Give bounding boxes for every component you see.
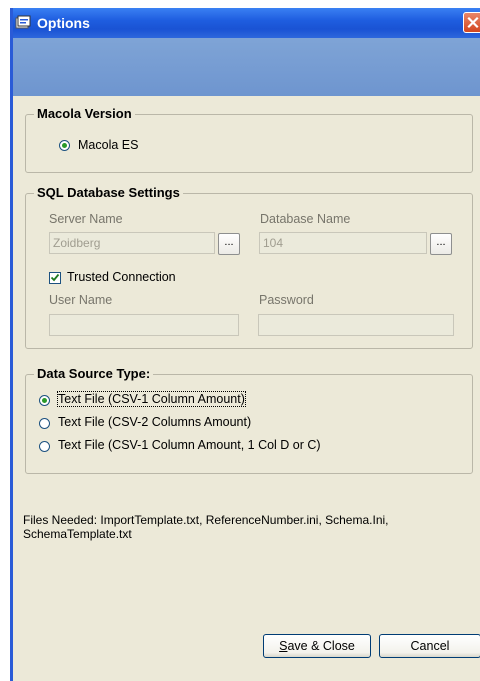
save-close-button[interactable]: Save & Close — [263, 634, 371, 658]
header-banner — [13, 38, 480, 96]
macola-version-group: Macola Version Macola ES — [25, 106, 473, 173]
macola-es-label: Macola ES — [78, 138, 139, 152]
csv-1-column-radio[interactable] — [39, 395, 50, 406]
database-name-input[interactable]: 104 — [259, 232, 427, 254]
sql-settings-group: SQL Database Settings Server Name Zoidbe… — [25, 185, 473, 349]
server-browse-button[interactable]: ... — [218, 233, 240, 255]
data-source-legend: Data Source Type: — [34, 366, 154, 381]
title-bar[interactable]: Options — [13, 8, 480, 38]
close-button[interactable] — [463, 12, 480, 33]
save-close-label: ave & Close — [287, 639, 355, 653]
data-source-group: Data Source Type: Text File (CSV-1 Colum… — [25, 366, 473, 474]
trusted-connection-checkbox[interactable] — [49, 272, 61, 284]
database-browse-button[interactable]: ... — [430, 233, 452, 255]
macola-version-legend: Macola Version — [34, 106, 135, 121]
password-label: Password — [259, 293, 314, 307]
csv-2-columns-label: Text File (CSV-2 Columns Amount) — [58, 415, 252, 429]
trusted-connection-label: Trusted Connection — [67, 270, 176, 284]
csv-dc-label: Text File (CSV-1 Column Amount, 1 Col D … — [58, 438, 321, 452]
window-title: Options — [37, 15, 90, 31]
files-needed-text: Files Needed: ImportTemplate.txt, Refere… — [23, 513, 389, 541]
sql-settings-legend: SQL Database Settings — [34, 185, 183, 200]
csv-1-column-label: Text File (CSV-1 Column Amount) — [57, 391, 246, 407]
server-name-label: Server Name — [49, 212, 123, 226]
password-input[interactable] — [258, 314, 454, 336]
user-name-input[interactable] — [49, 314, 239, 336]
checkmark-icon — [50, 273, 60, 282]
csv-2-columns-radio[interactable] — [39, 418, 50, 429]
options-dialog: Options Macola Version Macola ES SQL Dat… — [10, 8, 480, 681]
csv-dc-radio[interactable] — [39, 441, 50, 452]
cancel-button[interactable]: Cancel — [379, 634, 480, 658]
database-name-label: Database Name — [260, 212, 351, 226]
macola-es-radio[interactable] — [59, 140, 70, 151]
files-needed-line-1: Files Needed: ImportTemplate.txt, Refere… — [23, 513, 389, 527]
close-icon — [467, 16, 479, 29]
files-needed-line-2: SchemaTemplate.txt — [23, 527, 132, 541]
server-name-input[interactable]: Zoidberg — [49, 232, 215, 254]
user-name-label: User Name — [49, 293, 113, 307]
options-app-icon — [15, 15, 31, 30]
